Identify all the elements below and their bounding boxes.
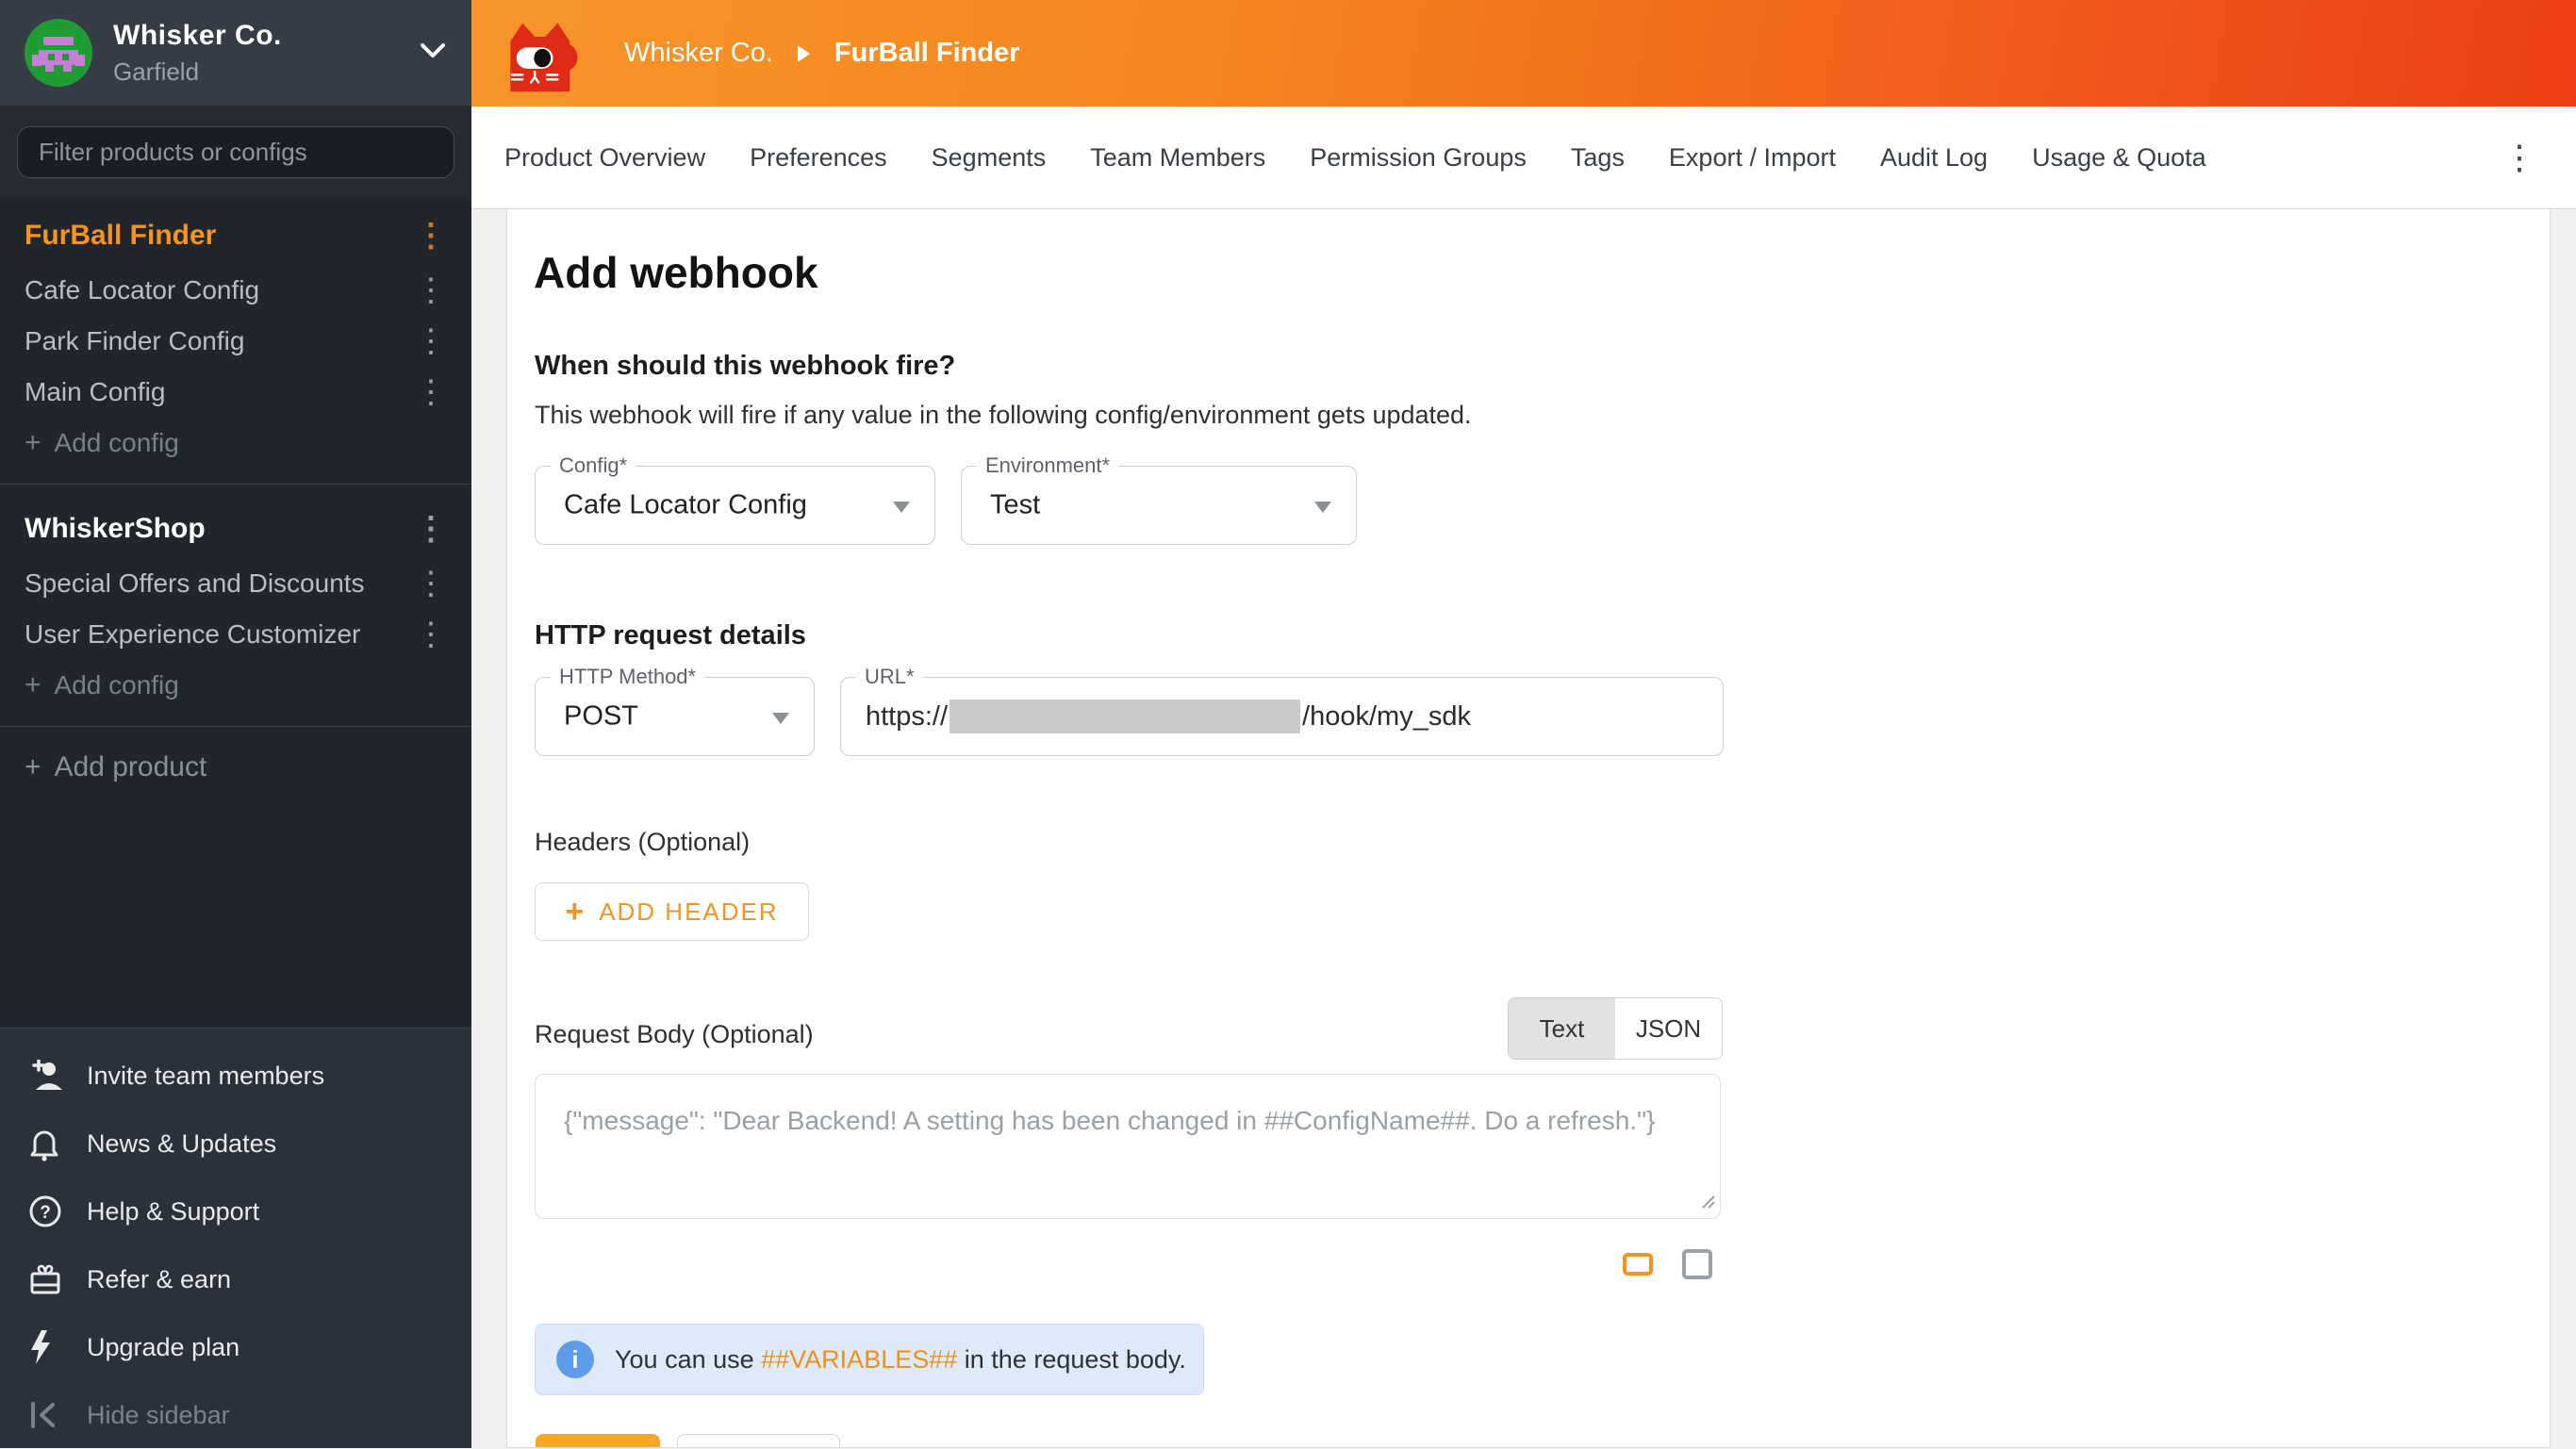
plus-icon: +	[25, 669, 41, 701]
sidebar-config-special-offers[interactable]: Special Offers and Discounts ⋮	[0, 558, 471, 609]
request-body-label: Request Body (Optional)	[535, 1020, 814, 1049]
variables-link[interactable]: ##VARIABLES##	[761, 1345, 957, 1374]
hide-sidebar-button[interactable]: Hide sidebar	[0, 1381, 471, 1449]
primary-action-button[interactable]	[536, 1434, 660, 1448]
dropdown-caret-icon	[1314, 502, 1331, 513]
kebab-menu-icon[interactable]: ⋮	[415, 274, 447, 306]
kebab-menu-icon[interactable]: ⋮	[415, 376, 447, 408]
plus-icon: +	[565, 896, 584, 928]
http-method-select[interactable]: HTTP Method* POST	[535, 677, 815, 756]
redacted-url-segment	[949, 700, 1300, 733]
divider	[0, 726, 471, 727]
tab-segments[interactable]: Segments	[932, 143, 1047, 173]
breadcrumb: Whisker Co. FurBall Finder	[624, 38, 1020, 69]
sidebar-product-whiskershop[interactable]: WhiskerShop ⋮	[0, 500, 471, 558]
config-select-label: Config*	[551, 453, 636, 478]
add-config-button[interactable]: + Add config	[0, 418, 471, 469]
kebab-menu-icon[interactable]: ⋮	[415, 618, 447, 650]
breadcrumb-arrow-icon	[798, 45, 810, 62]
filter-input[interactable]	[17, 126, 454, 178]
url-value: https:// /hook/my_sdk	[866, 700, 1471, 733]
product-config-list: FurBall Finder ⋮ Cafe Locator Config ⋮ P…	[0, 199, 471, 793]
body-mode-text-button[interactable]: Text	[1509, 998, 1615, 1059]
bell-icon	[28, 1127, 70, 1161]
person-add-icon	[28, 1059, 70, 1093]
tab-permission-groups[interactable]: Permission Groups	[1310, 143, 1527, 173]
refer-earn-button[interactable]: Refer & earn	[0, 1245, 471, 1313]
sidebar-config-ux-customizer[interactable]: User Experience Customizer ⋮	[0, 609, 471, 660]
breadcrumb-org[interactable]: Whisker Co.	[624, 38, 773, 69]
fire-section-heading: When should this webhook fire?	[535, 351, 955, 382]
tab-usage-quota[interactable]: Usage & Quota	[2032, 143, 2206, 173]
environment-select-value: Test	[990, 490, 1040, 521]
fire-section-description: This webhook will fire if any value in t…	[535, 401, 1472, 430]
http-section-heading: HTTP request details	[535, 620, 806, 651]
info-icon: i	[556, 1341, 594, 1378]
sidebar-config-cafe-locator[interactable]: Cafe Locator Config ⋮	[0, 265, 471, 316]
content-area: Add webhook When should this webhook fir…	[471, 209, 2576, 1448]
add-webhook-card: Add webhook When should this webhook fir…	[506, 209, 2551, 1448]
add-config-button[interactable]: + Add config	[0, 660, 471, 711]
sidebar: Whisker Co. Garfield FurBall Finder ⋮ Ca…	[0, 0, 471, 1448]
dropdown-caret-icon	[772, 713, 789, 724]
top-header: Whisker Co. FurBall Finder	[471, 0, 2576, 107]
environment-select-label: Environment*	[977, 453, 1118, 478]
tab-product-overview[interactable]: Product Overview	[504, 143, 705, 173]
headers-label: Headers (Optional)	[535, 828, 750, 857]
body-mode-json-button[interactable]: JSON	[1615, 998, 1722, 1059]
chevron-down-icon	[419, 41, 447, 65]
config-select[interactable]: Config* Cafe Locator Config	[535, 466, 935, 545]
config-select-value: Cafe Locator Config	[564, 490, 807, 521]
request-body-textarea[interactable]	[535, 1074, 1721, 1219]
url-input[interactable]: URL* https:// /hook/my_sdk	[840, 677, 1724, 756]
kebab-menu-icon[interactable]: ⋮	[415, 325, 447, 357]
info-note: i You can use ##VARIABLES## in the reque…	[535, 1324, 1204, 1395]
gift-icon	[28, 1262, 70, 1296]
tab-export-import[interactable]: Export / Import	[1669, 143, 1836, 173]
navbar-overflow-menu-icon[interactable]: ⋮	[2502, 140, 2536, 174]
add-product-button[interactable]: + Add product	[0, 742, 471, 793]
sidebar-config-park-finder[interactable]: Park Finder Config ⋮	[0, 316, 471, 367]
editor-size-large-icon[interactable]	[1682, 1249, 1712, 1279]
collapse-icon	[28, 1398, 70, 1432]
sidebar-bottom-menu: Invite team members News & Updates ? Hel…	[0, 1028, 471, 1448]
tab-team-members[interactable]: Team Members	[1090, 143, 1265, 173]
sidebar-product-furball-finder[interactable]: FurBall Finder ⋮	[0, 206, 471, 265]
org-subtitle: Garfield	[113, 58, 282, 87]
bolt-icon	[28, 1330, 70, 1364]
invite-team-members-button[interactable]: Invite team members	[0, 1042, 471, 1110]
divider	[0, 484, 471, 485]
svg-text:?: ?	[40, 1203, 51, 1223]
plus-icon: +	[25, 427, 41, 459]
help-icon: ?	[28, 1194, 70, 1228]
dropdown-caret-icon	[893, 502, 910, 513]
org-avatar	[25, 19, 92, 87]
org-name: Whisker Co.	[113, 20, 282, 52]
breadcrumb-product[interactable]: FurBall Finder	[834, 38, 1020, 69]
tab-tags[interactable]: Tags	[1571, 143, 1625, 173]
add-header-button[interactable]: + ADD HEADER	[535, 882, 809, 941]
http-method-value: POST	[564, 701, 638, 733]
kebab-menu-icon[interactable]: ⋮	[415, 568, 447, 600]
kebab-menu-icon[interactable]: ⋮	[415, 220, 447, 252]
secondary-action-button[interactable]	[677, 1434, 840, 1448]
cat-logo	[500, 15, 579, 98]
kebab-menu-icon[interactable]: ⋮	[415, 513, 447, 545]
help-support-button[interactable]: ? Help & Support	[0, 1177, 471, 1245]
news-updates-button[interactable]: News & Updates	[0, 1110, 471, 1177]
plus-icon: +	[25, 751, 41, 783]
sidebar-filter	[0, 106, 471, 199]
upgrade-plan-button[interactable]: Upgrade plan	[0, 1313, 471, 1381]
http-method-label: HTTP Method*	[551, 665, 704, 689]
tab-preferences[interactable]: Preferences	[750, 143, 887, 173]
product-navbar: Product Overview Preferences Segments Te…	[471, 107, 2576, 209]
tab-audit-log[interactable]: Audit Log	[1880, 143, 1988, 173]
environment-select[interactable]: Environment* Test	[961, 466, 1357, 545]
sidebar-config-main[interactable]: Main Config ⋮	[0, 367, 471, 418]
body-mode-toggle: Text JSON	[1508, 997, 1723, 1060]
url-label: URL*	[856, 665, 923, 689]
editor-size-small-icon[interactable]	[1623, 1253, 1653, 1276]
org-switcher[interactable]: Whisker Co. Garfield	[0, 0, 471, 106]
page-title: Add webhook	[534, 247, 818, 298]
